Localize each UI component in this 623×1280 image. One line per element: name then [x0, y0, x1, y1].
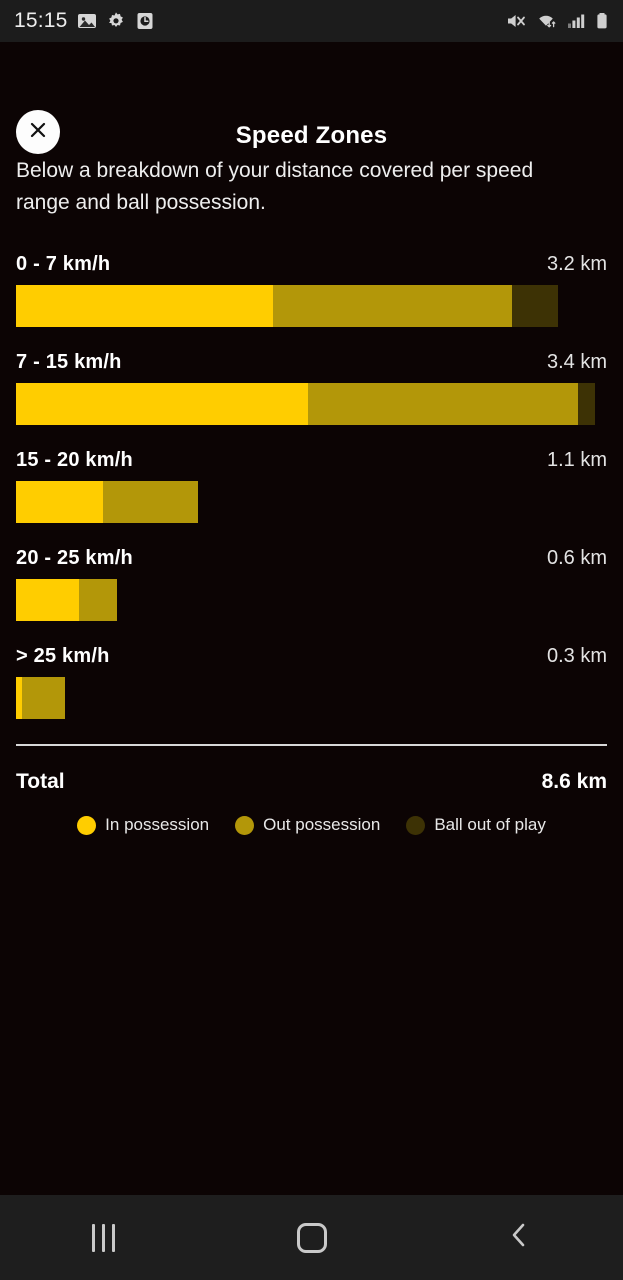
- zone-label: > 25 km/h: [16, 645, 110, 668]
- speed-zone-row: 15 - 20 km/h 1.1 km: [0, 444, 623, 542]
- zone-bar: [16, 285, 558, 327]
- status-bar-right: [506, 11, 609, 31]
- bar-segment-in-possession: [16, 579, 79, 621]
- zone-header: > 25 km/h 0.3 km: [0, 640, 623, 672]
- mute-icon: [506, 11, 527, 31]
- bar-segment-out-possession: [308, 383, 578, 425]
- total-label: Total: [16, 770, 65, 794]
- zone-distance: 1.1 km: [547, 449, 607, 472]
- back-button[interactable]: [415, 1195, 623, 1280]
- speed-zone-row: 7 - 15 km/h 3.4 km: [0, 346, 623, 444]
- speed-zone-row: 20 - 25 km/h 0.6 km: [0, 542, 623, 640]
- zone-distance: 3.4 km: [547, 351, 607, 374]
- legend-swatch-icon: [235, 816, 254, 835]
- signal-icon: [567, 11, 586, 31]
- zone-header: 20 - 25 km/h 0.6 km: [0, 542, 623, 574]
- battery-icon: [595, 11, 609, 31]
- zone-label: 0 - 7 km/h: [16, 253, 110, 276]
- zone-distance: 3.2 km: [547, 253, 607, 276]
- legend-swatch-icon: [406, 816, 425, 835]
- bar-segment-in-possession: [16, 383, 308, 425]
- zone-bar: [16, 481, 198, 523]
- status-bar: 15:15: [0, 0, 623, 42]
- speed-zone-list: 0 - 7 km/h 3.2 km 7 - 15 km/h 3.4 km: [0, 248, 623, 738]
- app-screen: 15:15: [0, 0, 623, 1280]
- zone-bar: [16, 579, 117, 621]
- page-title: Speed Zones: [0, 122, 623, 150]
- status-clock: 15:15: [14, 9, 68, 33]
- zone-header: 7 - 15 km/h 3.4 km: [0, 346, 623, 378]
- wifi-icon: [536, 11, 558, 31]
- legend-item-out-possession: Out possession: [235, 815, 380, 835]
- bar-segment-out-possession: [273, 285, 512, 327]
- clock-icon: [135, 11, 155, 31]
- page-header: Speed Zones: [0, 42, 623, 142]
- zone-bar: [16, 677, 65, 719]
- legend-item-in-possession: In possession: [77, 815, 209, 835]
- total-value: 8.6 km: [542, 770, 607, 794]
- android-navigation-bar: [0, 1195, 623, 1280]
- bar-segment-out-possession: [103, 481, 198, 523]
- bar-segment-in-possession: [16, 285, 273, 327]
- total-row: Total 8.6 km: [16, 766, 607, 798]
- bar-segment-in-possession: [16, 481, 103, 523]
- zone-header: 0 - 7 km/h 3.2 km: [0, 248, 623, 280]
- home-button[interactable]: [208, 1195, 416, 1280]
- legend: In possession Out possession Ball out of…: [0, 815, 623, 835]
- zone-distance: 0.6 km: [547, 547, 607, 570]
- zone-distance: 0.3 km: [547, 645, 607, 668]
- legend-swatch-icon: [77, 816, 96, 835]
- image-icon: [77, 11, 97, 31]
- legend-label: In possession: [105, 815, 209, 835]
- bar-segment-out-possession: [79, 579, 117, 621]
- recents-button[interactable]: [0, 1195, 208, 1280]
- gear-icon: [106, 11, 126, 31]
- bar-segment-ball-out-of-play: [512, 285, 558, 327]
- zone-bar: [16, 383, 595, 425]
- status-bar-left: 15:15: [14, 9, 155, 33]
- zone-label: 15 - 20 km/h: [16, 449, 133, 472]
- back-icon: [506, 1220, 532, 1255]
- zone-header: 15 - 20 km/h 1.1 km: [0, 444, 623, 476]
- home-icon: [297, 1223, 327, 1253]
- speed-zone-row: 0 - 7 km/h 3.2 km: [0, 248, 623, 346]
- bar-segment-ball-out-of-play: [578, 383, 595, 425]
- legend-item-ball-out-of-play: Ball out of play: [406, 815, 546, 835]
- legend-label: Out possession: [263, 815, 380, 835]
- bar-segment-out-possession: [22, 677, 65, 719]
- recents-icon: [92, 1224, 115, 1252]
- divider: [16, 744, 607, 746]
- zone-label: 7 - 15 km/h: [16, 351, 122, 374]
- legend-label: Ball out of play: [434, 815, 546, 835]
- zone-label: 20 - 25 km/h: [16, 547, 133, 570]
- description-text: Below a breakdown of your distance cover…: [16, 155, 582, 219]
- speed-zone-row: > 25 km/h 0.3 km: [0, 640, 623, 738]
